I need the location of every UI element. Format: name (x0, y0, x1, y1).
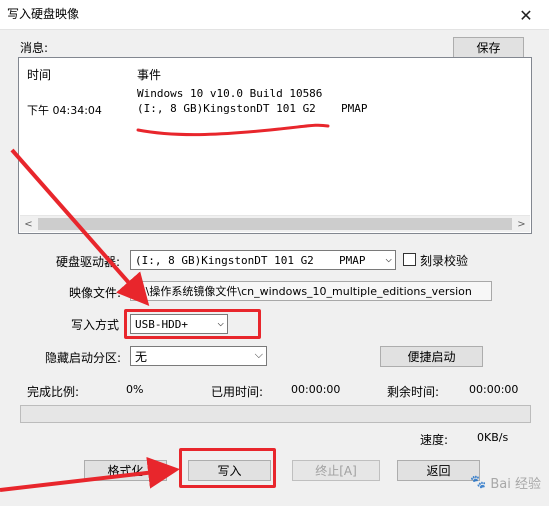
speed-value: 0KB/s (477, 431, 509, 444)
verify-checkbox[interactable] (403, 253, 416, 266)
chevron-down-icon: ⌵ (254, 348, 263, 361)
write-button-highlight-box (179, 448, 276, 488)
title-bar: 写入硬盘映像 ✕ (0, 0, 549, 30)
stop-button: 终止[A] (292, 460, 380, 481)
remaining-label: 剩余时间: (387, 385, 440, 399)
watermark-text: Bai 经验 (490, 477, 541, 492)
write-mode-label: 写入方式 (71, 318, 120, 332)
drive-select-value: (I:, 8 GB)KingstonDT 101 G2 (135, 253, 314, 267)
log-row-1-event: Windows 10 v10.0 Build 10586 (137, 87, 323, 100)
percent-label: 完成比例: (27, 385, 80, 399)
message-log[interactable]: 时间 事件 Windows 10 v10.0 Build 10586 下午 04… (18, 57, 532, 234)
hidden-partition-value: 无 (135, 349, 148, 364)
drive-select-extra: PMAP (339, 253, 366, 267)
elapsed-value: 00:00:00 (291, 383, 341, 396)
image-file-label: 映像文件: (69, 286, 122, 300)
image-file-input[interactable]: E:\操作系统镜像文件\cn_windows_10_multiple_editi… (130, 281, 492, 301)
hidden-partition-label: 隐藏启动分区: (45, 351, 122, 365)
messages-label: 消息: (20, 41, 49, 55)
scroll-left-icon[interactable]: < (20, 216, 37, 232)
write-disk-image-window: 写入硬盘映像 ✕ 消息: 保存 时间 事件 Windows 10 v10.0 B… (0, 0, 549, 506)
log-row-2-time: 下午 04:34:04 (27, 104, 102, 117)
format-button[interactable]: 格式化 (84, 460, 167, 481)
back-button[interactable]: 返回 (397, 460, 480, 481)
progress-bar (20, 405, 531, 423)
hidden-partition-select[interactable]: 无 ⌵ (130, 346, 267, 366)
drive-select[interactable]: (I:, 8 GB)KingstonDT 101 G2 PMAP ⌵ (130, 250, 396, 270)
remaining-value: 00:00:00 (469, 383, 519, 396)
log-col-time: 时间 (27, 68, 52, 82)
scrollbar-thumb[interactable] (38, 218, 512, 230)
save-button[interactable]: 保存 (453, 37, 524, 58)
quick-boot-button[interactable]: 便捷启动 (380, 346, 483, 367)
speed-label: 速度: (420, 433, 449, 447)
log-col-event: 事件 (137, 68, 162, 82)
scroll-right-icon[interactable]: > (513, 216, 530, 232)
log-row-2-event: (I:, 8 GB)KingstonDT 101 G2 (137, 102, 316, 115)
drive-label: 硬盘驱动器: (56, 255, 121, 269)
horizontal-scrollbar[interactable]: < > (20, 215, 530, 232)
log-row-2-extra: PMAP (341, 102, 368, 115)
watermark: 🐾 Bai 经验 (470, 473, 541, 492)
write-mode-highlight-box (124, 309, 261, 339)
window-title: 写入硬盘映像 (7, 7, 80, 21)
verify-label: 刻录校验 (420, 254, 469, 268)
paw-icon: 🐾 (470, 475, 487, 490)
close-icon[interactable]: ✕ (503, 0, 549, 30)
percent-value: 0% (126, 383, 144, 396)
image-file-value: E:\操作系统镜像文件\cn_windows_10_multiple_editi… (135, 285, 472, 298)
chevron-down-icon: ⌵ (385, 252, 392, 265)
elapsed-label: 已用时间: (211, 385, 264, 399)
